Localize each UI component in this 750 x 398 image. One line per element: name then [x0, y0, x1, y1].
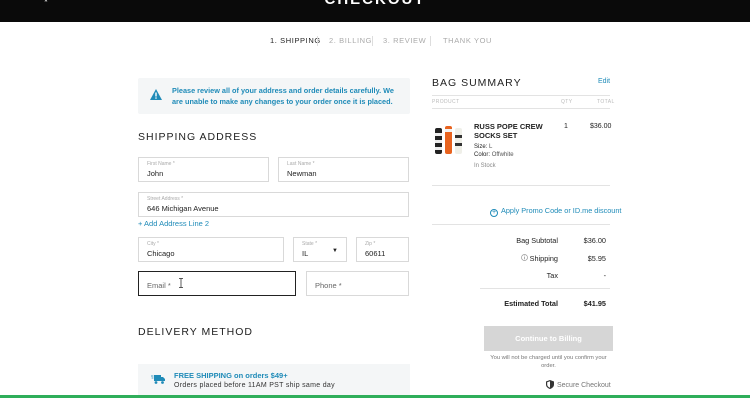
street-address-field[interactable]: Street Address * 646 Michigan Avenue: [138, 192, 409, 217]
shipping-address-title: SHIPPING ADDRESS: [138, 131, 258, 143]
product-color: Color: Offwhite: [474, 152, 514, 158]
color-value: Offwhite: [491, 152, 514, 158]
first-name-value: John: [147, 169, 164, 178]
add-address-line-2-link[interactable]: + Add Address Line 2: [138, 219, 209, 228]
checkout-steps: 1. SHIPPING 2. BILLING 3. REVIEW THANK Y…: [0, 36, 750, 48]
step-thank-you: THANK YOU: [443, 36, 493, 45]
city-field[interactable]: City * Chicago: [138, 237, 284, 262]
estimated-total-label: Estimated Total: [504, 299, 558, 308]
state-value: IL: [302, 249, 309, 258]
product-price: $36.00: [590, 123, 612, 130]
last-name-label: Last Name *: [287, 161, 315, 167]
first-name-field[interactable]: First Name * John: [138, 157, 269, 182]
product-size: Size: L: [474, 144, 492, 150]
notice-text: Please review all of your address and or…: [172, 86, 394, 106]
top-bar: * CHECKOUT: [0, 0, 750, 22]
shield-icon: [546, 380, 554, 389]
state-select[interactable]: State * IL ▼: [293, 237, 347, 262]
shipping-cost-label: Shipping: [529, 254, 558, 263]
step-divider: [430, 36, 431, 46]
total-column-header: TOTAL: [597, 99, 615, 105]
tax-value: -: [603, 271, 606, 280]
secure-checkout-text: Secure Checkout: [557, 382, 611, 389]
email-field[interactable]: Email *: [138, 271, 296, 296]
size-label: Size:: [474, 144, 488, 150]
truck-icon: [151, 375, 165, 384]
review-notice: Please review all of your address and or…: [138, 78, 410, 114]
stock-status: In Stock: [474, 163, 496, 169]
street-address-label: Street Address *: [147, 196, 184, 202]
street-address-value: 646 Michigan Avenue: [147, 204, 219, 213]
step-review[interactable]: 3. REVIEW: [383, 36, 426, 45]
chevron-down-icon: ▼: [332, 248, 338, 254]
promo-code-text: Apply Promo Code or ID.me discount: [501, 206, 622, 215]
step-billing[interactable]: 2. BILLING: [329, 36, 372, 45]
divider: [432, 95, 610, 96]
last-name-field[interactable]: Last Name * Newman: [278, 157, 409, 182]
divider: [432, 108, 610, 109]
promo-code-link[interactable]: + Apply Promo Code or ID.me discount: [490, 206, 621, 217]
delivery-method-title: DELIVERY METHOD: [138, 326, 253, 338]
step-divider: [372, 36, 373, 46]
city-value: Chicago: [147, 249, 175, 258]
product-qty: 1: [564, 123, 568, 130]
shipping-cost-value: $5.95: [587, 254, 606, 263]
page-brand-title: CHECKOUT: [0, 0, 750, 8]
email-placeholder: Email *: [147, 281, 171, 290]
text-cursor-icon: [179, 278, 183, 288]
divider: [432, 185, 610, 186]
ship-cutoff-text: Orders placed before 11AM PST ship same …: [174, 382, 335, 389]
qty-column-header: QTY: [561, 99, 573, 105]
step-divider: [317, 36, 318, 46]
product-name[interactable]: RUSS POPE CREW SOCKS SET: [474, 122, 560, 140]
warning-icon: [150, 89, 162, 100]
continue-to-billing-button[interactable]: Continue to Billing: [484, 326, 613, 351]
divider: [480, 288, 610, 289]
first-name-label: First Name *: [147, 161, 175, 167]
subtotal-label: Bag Subtotal: [516, 236, 558, 245]
zip-value: 60611: [365, 249, 386, 258]
secure-checkout: Secure Checkout: [546, 380, 611, 389]
estimated-total-value: $41.95: [583, 299, 606, 308]
plus-circle-icon: +: [490, 209, 498, 217]
divider: [432, 224, 610, 225]
step-shipping[interactable]: 1. SHIPPING: [270, 36, 321, 45]
zip-label: Zip *: [365, 241, 376, 247]
subtotal-value: $36.00: [583, 236, 606, 245]
color-label: Color:: [474, 152, 491, 158]
product-column-header: PRODUCT: [432, 99, 460, 105]
product-image[interactable]: [434, 125, 464, 157]
free-shipping-text: FREE SHIPPING on orders $49+: [174, 371, 288, 380]
last-name-value: Newman: [287, 169, 317, 178]
free-shipping-banner: FREE SHIPPING on orders $49+ Orders plac…: [138, 364, 410, 398]
zip-field[interactable]: Zip * 60611: [356, 237, 409, 262]
charge-note: You will not be charged until you confir…: [490, 355, 607, 369]
bag-summary-title: BAG SUMMARY: [432, 77, 522, 89]
size-value: L: [489, 144, 493, 150]
phone-placeholder: Phone *: [315, 281, 342, 290]
city-label: City *: [147, 241, 159, 247]
edit-bag-link[interactable]: Edit: [598, 78, 610, 85]
state-label: State *: [302, 241, 318, 247]
phone-field[interactable]: Phone *: [306, 271, 409, 296]
tax-label: Tax: [546, 271, 558, 280]
